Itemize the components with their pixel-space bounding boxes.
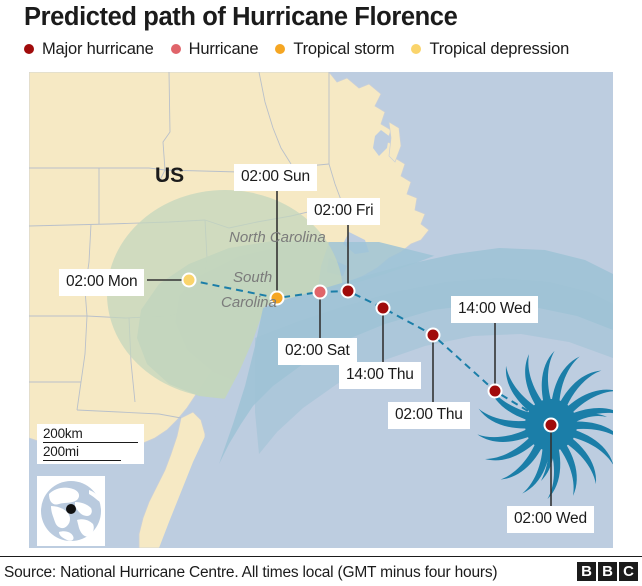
track-dot-14-00-wed [489, 385, 501, 397]
legend-label-hurricane: Hurricane [188, 39, 259, 58]
major-hurricane-dot-icon [24, 44, 34, 54]
map-graphic [29, 72, 613, 548]
legend-label-tropical-depression: Tropical depression [429, 39, 570, 58]
legend-item-tropical-depression: Tropical depression [411, 40, 569, 59]
track-dot-02-00-sat [314, 286, 326, 298]
bbc-logo-letter-1: B [577, 562, 596, 581]
track-dot-02-00-mon [183, 274, 195, 286]
hurricane-track-map[interactable] [29, 72, 613, 548]
legend-item-major-hurricane: Major hurricane [24, 40, 154, 59]
track-dot-14-00-thu [377, 302, 389, 314]
tropical-storm-dot-icon [275, 44, 286, 54]
legend-item-tropical-storm: Tropical storm [275, 39, 395, 59]
legend-item-hurricane: Hurricane [170, 39, 259, 59]
bbc-logo-letter-3: C [619, 562, 638, 581]
bbc-logo: B B C [577, 562, 638, 581]
tropical-depression-dot-icon [411, 44, 422, 54]
page-title: Predicted path of Hurricane Florence [24, 3, 458, 31]
source-attribution: Source: National Hurricane Centre. All t… [4, 564, 498, 581]
track-dot-02-00-sun [271, 292, 283, 304]
track-dot-02-00-wed [545, 419, 557, 431]
track-dot-02-00-fri [342, 285, 354, 297]
legend-label-major-hurricane: Major hurricane [42, 39, 154, 58]
bbc-logo-letter-2: B [598, 562, 617, 581]
hurricane-dot-icon [170, 44, 181, 54]
track-dot-02-00-thu [427, 329, 439, 341]
legend-label-tropical-storm: Tropical storm [293, 39, 395, 58]
footer: Source: National Hurricane Centre. All t… [0, 556, 642, 586]
legend: Major hurricane Hurricane Tropical storm… [24, 38, 586, 60]
header: Predicted path of Hurricane Florence Maj… [0, 0, 642, 72]
